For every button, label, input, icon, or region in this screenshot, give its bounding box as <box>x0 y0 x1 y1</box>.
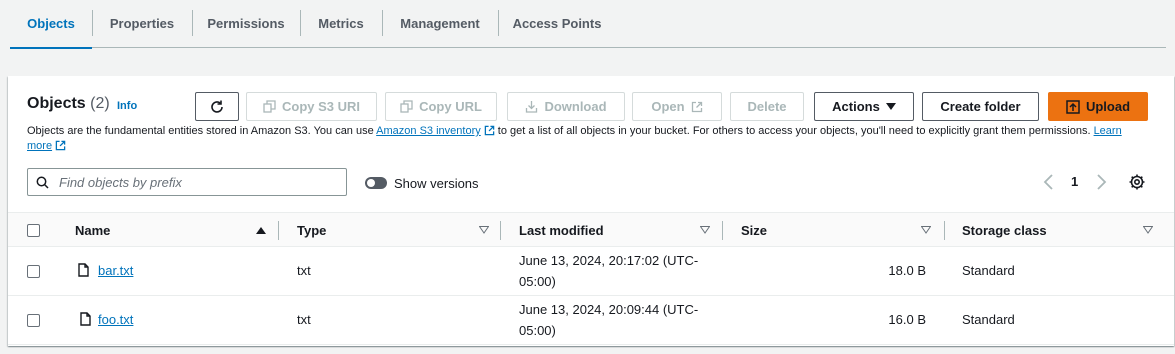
column-header-type[interactable]: Type <box>297 213 326 248</box>
tab-objects[interactable]: Objects <box>10 0 92 49</box>
file-type: txt <box>297 263 311 278</box>
description-middle: to get a list of all objects in your buc… <box>494 125 1094 137</box>
upload-button[interactable]: Upload <box>1048 92 1148 121</box>
column-divider[interactable] <box>500 221 501 240</box>
search-box[interactable] <box>27 168 347 196</box>
objects-panel: Objects (2) Info Copy S3 URI Copy URL Do… <box>8 76 1174 346</box>
copy-icon <box>263 100 276 113</box>
panel-title: Objects (2) <box>27 95 110 113</box>
inventory-link[interactable]: Amazon S3 inventory <box>376 125 495 137</box>
actions-dropdown[interactable]: Actions <box>814 92 914 121</box>
copy-url-label: Copy URL <box>419 99 482 114</box>
sort-ascending-icon[interactable] <box>256 226 266 234</box>
tab-access-points[interactable]: Access Points <box>498 0 616 48</box>
download-icon <box>526 101 538 113</box>
show-versions-label: Show versions <box>394 176 479 191</box>
panel-title-text: Objects <box>27 95 86 112</box>
table-header: Name Type Last modified Size Storage cla… <box>8 212 1174 247</box>
download-label: Download <box>544 99 607 114</box>
create-folder-button[interactable]: Create folder <box>922 92 1039 121</box>
gear-icon[interactable] <box>1128 173 1146 191</box>
row-checkbox[interactable] <box>27 265 40 278</box>
column-divider[interactable] <box>722 221 723 240</box>
object-count: (2) <box>90 95 110 112</box>
chevron-left-icon[interactable] <box>1042 173 1056 191</box>
file-size: 16.0 B <box>888 312 926 327</box>
external-link-icon <box>691 101 702 112</box>
tab-permissions[interactable]: Permissions <box>192 0 300 48</box>
tab-bar: Objects Properties Permissions Metrics M… <box>10 0 1166 49</box>
copy-url-button[interactable]: Copy URL <box>385 92 497 121</box>
column-header-name[interactable]: Name <box>75 213 110 248</box>
table-row[interactable]: foo.txt txt June 13, 2024, 20:09:44 (UTC… <box>8 296 1174 345</box>
storage-class: Standard <box>962 263 1015 278</box>
copy-s3-uri-button[interactable]: Copy S3 URI <box>246 92 377 121</box>
copy-s3-uri-label: Copy S3 URI <box>281 99 360 114</box>
info-link[interactable]: Info <box>117 100 137 112</box>
open-button[interactable]: Open <box>632 92 722 121</box>
row-checkbox[interactable] <box>27 314 40 327</box>
column-divider[interactable] <box>944 221 945 240</box>
description-prefix: Objects are the fundamental entities sto… <box>27 125 377 137</box>
sort-icon[interactable] <box>921 226 931 234</box>
search-icon <box>36 176 49 189</box>
caret-down-icon <box>885 102 896 110</box>
sort-icon[interactable] <box>700 226 710 234</box>
last-modified: June 13, 2024, 20:09:44 (UTC-05:00) <box>519 302 699 338</box>
table-row[interactable]: bar.txt txt June 13, 2024, 20:17:02 (UTC… <box>8 247 1174 296</box>
refresh-button[interactable] <box>195 92 239 121</box>
show-versions-toggle[interactable] <box>365 177 387 189</box>
panel-description: Objects are the fundamental entities sto… <box>27 124 1137 154</box>
file-name-link[interactable]: foo.txt <box>98 312 133 327</box>
external-link-icon <box>484 125 495 136</box>
storage-class: Standard <box>962 312 1015 327</box>
last-modified: June 13, 2024, 20:17:02 (UTC-05:00) <box>519 253 699 289</box>
column-header-last-modified[interactable]: Last modified <box>519 213 604 248</box>
sort-icon[interactable] <box>1143 226 1153 234</box>
file-size: 18.0 B <box>888 263 926 278</box>
sort-icon[interactable] <box>479 226 489 234</box>
delete-label: Delete <box>747 99 787 114</box>
actions-label: Actions <box>832 99 880 114</box>
open-label: Open <box>651 99 685 114</box>
file-icon <box>80 312 91 326</box>
tab-properties[interactable]: Properties <box>92 0 192 48</box>
create-folder-label: Create folder <box>940 99 1021 114</box>
delete-button[interactable]: Delete <box>730 92 804 121</box>
search-input[interactable] <box>57 173 337 191</box>
page-number[interactable]: 1 <box>1071 174 1078 189</box>
column-header-size[interactable]: Size <box>741 213 767 248</box>
inventory-link-label: Amazon S3 inventory <box>376 125 481 137</box>
file-icon <box>78 263 89 277</box>
external-link-icon <box>55 140 66 151</box>
tab-metrics[interactable]: Metrics <box>300 0 382 48</box>
column-header-storage-class[interactable]: Storage class <box>962 213 1047 248</box>
column-divider[interactable] <box>278 221 279 240</box>
file-name-link[interactable]: bar.txt <box>98 263 133 278</box>
tab-management[interactable]: Management <box>382 0 498 48</box>
refresh-icon <box>211 100 223 113</box>
upload-label: Upload <box>1085 99 1131 114</box>
upload-icon <box>1066 99 1080 114</box>
copy-icon <box>400 100 413 113</box>
chevron-right-icon[interactable] <box>1094 173 1108 191</box>
download-button[interactable]: Download <box>507 92 625 121</box>
file-type: txt <box>297 312 311 327</box>
select-all-checkbox[interactable] <box>27 224 40 237</box>
